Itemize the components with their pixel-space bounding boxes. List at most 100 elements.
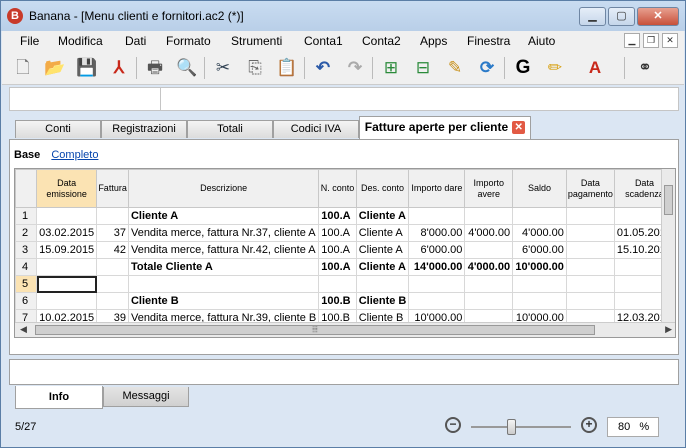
table-cell[interactable] bbox=[565, 224, 615, 242]
table-cell[interactable] bbox=[408, 275, 466, 293]
col-header-des-conto[interactable]: Des. conto bbox=[355, 169, 410, 208]
table-cell[interactable] bbox=[408, 292, 466, 310]
cut-icon[interactable]: ✂ bbox=[210, 55, 236, 81]
zoom-slider[interactable] bbox=[471, 419, 571, 435]
tab-fatture-aperte[interactable]: Fatture aperte per cliente ✕ bbox=[359, 116, 531, 139]
table-row[interactable]: 6 Cliente B 100.B Cliente B bbox=[15, 292, 675, 310]
bold-icon[interactable]: G bbox=[510, 55, 536, 81]
open-folder-icon[interactable]: 📂 bbox=[42, 55, 68, 81]
menu-conta1[interactable]: Conta1 bbox=[304, 34, 343, 48]
table-cell[interactable]: 03.02.2015 bbox=[36, 224, 98, 242]
table-row[interactable]: 3 15.09.2015 42 Vendita merce, fattura Nr.4… bbox=[15, 241, 675, 259]
mdi-restore-icon[interactable]: ❐ bbox=[643, 33, 659, 48]
table-cell[interactable]: 10'000.00 bbox=[512, 258, 567, 276]
zoom-out-icon[interactable]: − bbox=[445, 417, 461, 433]
table-cell[interactable]: Cliente A bbox=[355, 224, 410, 242]
table-cell[interactable]: Cliente A bbox=[355, 207, 410, 225]
tab-registrazioni[interactable]: Registrazioni bbox=[101, 120, 187, 138]
table-cell[interactable]: 6'000.00 bbox=[512, 241, 567, 259]
table-cell[interactable]: 42 bbox=[96, 241, 129, 259]
table-cell[interactable]: 100.A bbox=[318, 258, 357, 276]
redo-icon[interactable]: ↷ bbox=[342, 55, 368, 81]
table-cell[interactable] bbox=[512, 275, 567, 293]
print-preview-icon[interactable]: 🔍 bbox=[174, 55, 200, 81]
insert-rows-icon[interactable]: ⊞ bbox=[378, 55, 404, 81]
minimize-button[interactable]: ▁ bbox=[579, 7, 606, 26]
print-icon[interactable]: 🖶 bbox=[142, 55, 168, 81]
menu-file[interactable]: File bbox=[20, 34, 39, 48]
menu-dati[interactable]: Dati bbox=[125, 34, 146, 48]
row-number[interactable]: 5 bbox=[15, 275, 38, 293]
table-cell[interactable]: 100.B bbox=[318, 292, 357, 310]
undo-icon[interactable]: ↶ bbox=[310, 55, 336, 81]
row-number[interactable]: 1 bbox=[15, 207, 38, 225]
table-cell[interactable] bbox=[96, 207, 129, 225]
menu-finestra[interactable]: Finestra bbox=[467, 34, 510, 48]
table-cell[interactable]: 37 bbox=[96, 224, 129, 242]
row-number[interactable]: 3 bbox=[15, 241, 38, 259]
table-row[interactable]: 2 03.02.2015 37 Vendita merce, fattura Nr.3… bbox=[15, 224, 675, 242]
refresh-icon[interactable]: ⟳ bbox=[474, 55, 500, 81]
table-cell[interactable] bbox=[565, 275, 615, 293]
table-cell[interactable] bbox=[318, 275, 357, 293]
pdf-icon[interactable]: ⅄ bbox=[106, 55, 132, 81]
table-cell[interactable] bbox=[464, 275, 514, 293]
table-cell[interactable] bbox=[36, 258, 98, 276]
row-number[interactable]: 2 bbox=[15, 224, 38, 242]
menu-strumenti[interactable]: Strumenti bbox=[231, 34, 282, 48]
table-cell[interactable]: Cliente A bbox=[127, 207, 320, 225]
scroll-thumb[interactable]: ⦙⦙⦙ bbox=[35, 325, 595, 335]
row-number[interactable]: 4 bbox=[15, 258, 38, 276]
table-cell[interactable]: Vendita merce, fattura Nr.37, cliente A bbox=[127, 224, 320, 242]
table-row[interactable]: 5 bbox=[15, 275, 675, 293]
zoom-in-icon[interactable]: + bbox=[581, 417, 597, 433]
table-row[interactable]: 4 Totale Cliente A 100.A Cliente A 14'000.00… bbox=[15, 258, 675, 276]
table-cell[interactable]: 14'000.00 bbox=[408, 258, 466, 276]
close-button[interactable]: ✕ bbox=[637, 7, 679, 26]
tab-totali[interactable]: Totali bbox=[187, 120, 273, 138]
col-header-importo-dare[interactable]: Importo dare bbox=[408, 169, 466, 208]
table-cell[interactable] bbox=[565, 241, 615, 259]
menu-conta2[interactable]: Conta2 bbox=[362, 34, 401, 48]
zoom-level-field[interactable]: 80 % bbox=[607, 417, 659, 437]
table-cell[interactable]: Cliente A bbox=[355, 258, 410, 276]
scroll-right-icon[interactable]: ▶ bbox=[665, 324, 672, 335]
tab-conti[interactable]: Conti bbox=[15, 120, 101, 138]
horizontal-scrollbar[interactable]: ◀ ⦙⦙⦙ ▶ bbox=[15, 322, 675, 337]
table-cell[interactable]: 4'000.00 bbox=[464, 224, 514, 242]
vertical-scrollbar[interactable] bbox=[661, 169, 675, 322]
save-icon[interactable]: 💾 bbox=[74, 55, 100, 81]
table-cell[interactable]: 4'000.00 bbox=[512, 224, 567, 242]
new-file-icon[interactable]: 🗋 bbox=[10, 55, 36, 81]
menu-aiuto[interactable]: Aiuto bbox=[528, 34, 555, 48]
table-cell[interactable] bbox=[408, 207, 466, 225]
table-row[interactable]: 1 Cliente A 100.A Cliente A bbox=[15, 207, 675, 225]
delete-rows-icon[interactable]: ⊟ bbox=[410, 55, 436, 81]
col-header-n-conto[interactable]: N. conto bbox=[318, 169, 357, 208]
col-header-data-pagamento[interactable]: Data pagamento bbox=[565, 169, 615, 208]
table-cell[interactable]: 100.A bbox=[318, 241, 357, 259]
table-cell[interactable] bbox=[127, 275, 320, 293]
col-header-fattura[interactable]: Fattura bbox=[96, 169, 129, 208]
table-cell[interactable] bbox=[36, 207, 98, 225]
menu-modifica[interactable]: Modifica bbox=[58, 34, 103, 48]
cell-entry-bar[interactable] bbox=[9, 87, 679, 111]
table-cell[interactable]: 6'000.00 bbox=[408, 241, 466, 259]
tab-close-icon[interactable]: ✕ bbox=[512, 121, 526, 135]
table-cell[interactable] bbox=[96, 292, 129, 310]
col-header-saldo[interactable]: Saldo bbox=[512, 169, 567, 208]
row-number[interactable]: 6 bbox=[15, 292, 38, 310]
table-cell[interactable] bbox=[565, 292, 615, 310]
menu-formato[interactable]: Formato bbox=[166, 34, 211, 48]
table-cell[interactable] bbox=[36, 275, 98, 293]
col-header-descrizione[interactable]: Descrizione bbox=[127, 169, 320, 208]
table-cell[interactable]: 100.A bbox=[318, 224, 357, 242]
copy-icon[interactable]: ⎘ bbox=[242, 55, 268, 81]
table-cell[interactable] bbox=[464, 241, 514, 259]
col-header-data-emissione[interactable]: Data emissione bbox=[36, 169, 98, 208]
maximize-button[interactable]: ▢ bbox=[608, 7, 635, 26]
menu-apps[interactable]: Apps bbox=[420, 34, 447, 48]
binoculars-icon[interactable]: ⚭ bbox=[632, 55, 658, 81]
table-cell[interactable] bbox=[512, 207, 567, 225]
table-cell[interactable] bbox=[36, 292, 98, 310]
